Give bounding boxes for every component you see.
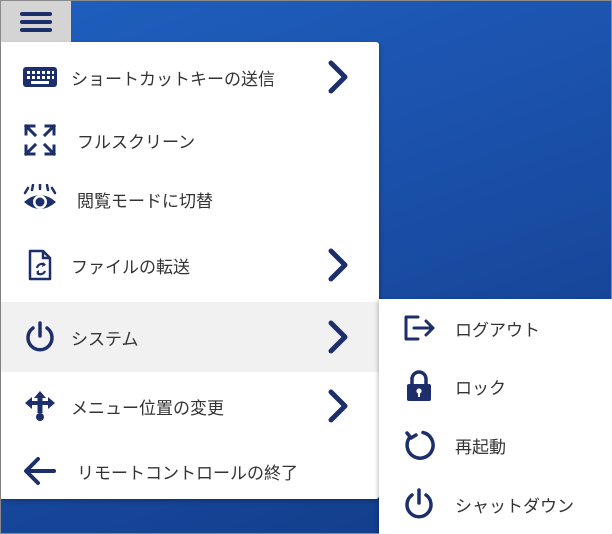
menu-item-change-menu-position[interactable]: メニュー位置の変更 [1, 373, 379, 439]
chevron-right-icon [323, 247, 353, 283]
submenu-item-shutdown[interactable]: シャットダウン [379, 475, 612, 533]
submenu-item-label: ロック [455, 378, 506, 399]
menu-item-fullscreen[interactable]: フルスクリーン [1, 107, 379, 173]
menu-item-label: ショートカットキーの送信 [71, 69, 275, 90]
system-submenu: ログアウト ロック 再起動 シャットダウン [379, 299, 612, 534]
submenu-item-label: シャットダウン [455, 496, 574, 517]
menu-item-label: メニュー位置の変更 [71, 398, 224, 419]
file-transfer-icon [21, 246, 59, 284]
move-icon [21, 387, 59, 425]
arrow-left-icon [21, 452, 59, 490]
menu-item-label: リモートコントロールの終了 [77, 463, 298, 484]
fullscreen-icon [21, 121, 59, 159]
hamburger-menu-button[interactable] [1, 1, 71, 42]
restart-icon [401, 426, 437, 464]
power-icon [21, 318, 59, 356]
logout-icon [401, 309, 437, 347]
menu-item-file-transfer[interactable]: ファイルの転送 [1, 232, 379, 298]
menu-item-end-remote-control[interactable]: リモートコントロールの終了 [1, 438, 379, 504]
chevron-right-icon [323, 319, 353, 355]
submenu-item-label: 再起動 [455, 437, 506, 458]
menu-item-label: ファイルの転送 [71, 257, 190, 278]
menu-item-label: システム [71, 329, 139, 350]
lock-icon [401, 367, 437, 405]
eye-icon [21, 180, 59, 218]
shutdown-icon [401, 485, 437, 523]
keyboard-icon [21, 58, 59, 96]
menu-item-label: フルスクリーン [77, 132, 196, 153]
submenu-item-logout[interactable]: ログアウト [379, 299, 612, 357]
submenu-item-label: ログアウト [455, 320, 540, 341]
submenu-item-restart[interactable]: 再起動 [379, 416, 612, 474]
menu-item-send-shortcut[interactable]: ショートカットキーの送信 [1, 44, 379, 110]
menu-item-system[interactable]: システム [1, 302, 379, 372]
menu-item-label: 閲覧モードに切替 [77, 191, 213, 212]
hamburger-icon [20, 11, 52, 32]
chevron-right-icon [323, 388, 353, 424]
chevron-right-icon [323, 59, 353, 95]
submenu-item-lock[interactable]: ロック [379, 357, 612, 415]
main-menu: ショートカットキーの送信 フルスクリーン 閲覧モードに切替 ファイルの転送 シス… [1, 42, 379, 499]
menu-item-view-mode[interactable]: 閲覧モードに切替 [1, 166, 379, 232]
